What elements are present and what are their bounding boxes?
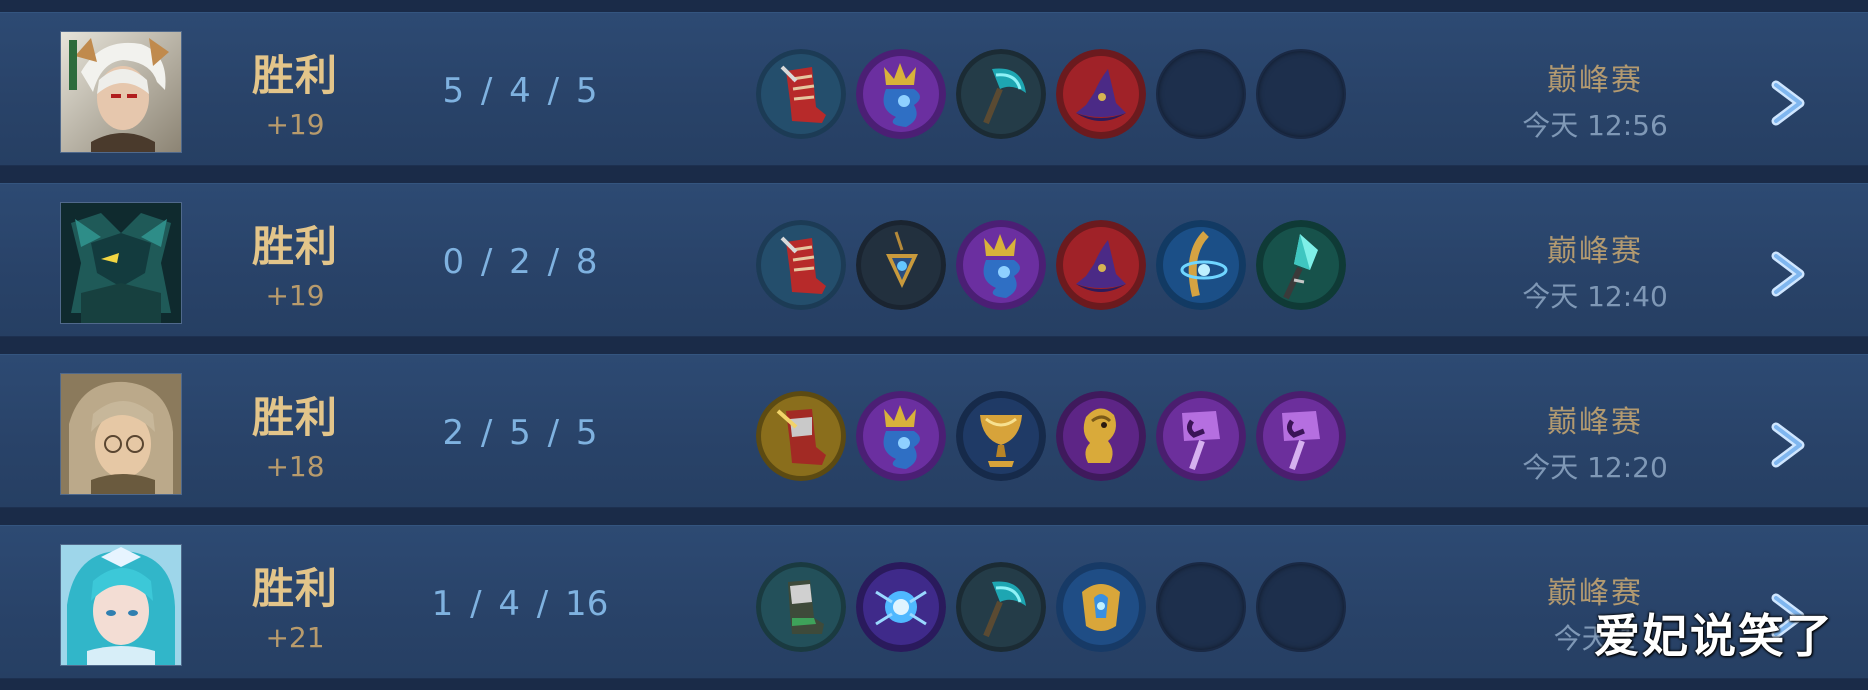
item-crystal-wand-icon <box>1256 220 1346 310</box>
match-time: 今天 12:40 <box>1522 280 1668 313</box>
item-gold-serpent-icon <box>1056 391 1146 481</box>
hero-portrait <box>60 373 182 495</box>
item-red-boots-icon <box>756 49 846 139</box>
match-result: 胜利 <box>251 393 338 442</box>
match-row[interactable]: 胜利 +19 5 / 4 / 5 巅峰赛 今天 12:56 <box>0 12 1868 166</box>
match-result: 胜利 <box>251 564 338 613</box>
item-purple-rune-scepter-icon <box>1156 391 1246 481</box>
game-mode: 巅峰赛 <box>1547 405 1643 440</box>
match-row[interactable]: 胜利 +21 1 / 4 / 16 巅峰赛 今天 1 <box>0 525 1868 679</box>
item-gold-boots-icon <box>756 391 846 481</box>
kda-stat: 1 / 4 / 16 <box>431 584 609 624</box>
rank-score-change: +19 <box>265 279 325 312</box>
match-row[interactable]: 胜利 +18 2 / 5 / 5 巅峰赛 今天 12:20 <box>0 354 1868 508</box>
hero-portrait <box>60 202 182 324</box>
item-red-wizard-hat-icon <box>1056 49 1146 139</box>
game-mode: 巅峰赛 <box>1547 63 1643 98</box>
item-gold-blue-relic-icon <box>1056 562 1146 652</box>
item-slot-empty <box>1256 562 1346 652</box>
item-red-boots-icon <box>756 220 846 310</box>
match-row[interactable]: 胜利 +19 0 / 2 / 8 巅峰赛 今天 12:40 <box>0 183 1868 337</box>
game-mode: 巅峰赛 <box>1547 234 1643 269</box>
item-blue-lightning-orb-icon <box>856 562 946 652</box>
chevron-right-icon[interactable] <box>1770 75 1820 131</box>
match-result: 胜利 <box>251 51 338 100</box>
item-gold-pendant-icon <box>856 220 946 310</box>
match-time: 今天 12:56 <box>1522 109 1668 142</box>
watermark-text: 爱妃说笑了 <box>1594 609 1834 663</box>
match-history-list: 胜利 +19 5 / 4 / 5 巅峰赛 今天 12:56 胜利 +19 0 /… <box>0 0 1868 690</box>
item-purple-dragon-orb-icon <box>856 391 946 481</box>
item-gold-chalice-icon <box>956 391 1046 481</box>
rank-score-change: +18 <box>265 450 325 483</box>
item-purple-dragon-orb-icon <box>956 220 1046 310</box>
rank-score-change: +19 <box>265 108 325 141</box>
item-slot-empty <box>1156 562 1246 652</box>
item-slot-empty <box>1156 49 1246 139</box>
kda-stat: 2 / 5 / 5 <box>442 413 598 453</box>
item-teal-axe-icon <box>956 49 1046 139</box>
match-time: 今天 12:20 <box>1522 451 1668 484</box>
kda-stat: 0 / 2 / 8 <box>442 242 598 282</box>
item-slot-empty <box>1256 49 1346 139</box>
item-green-boots-icon <box>756 562 846 652</box>
item-red-wizard-hat-icon <box>1056 220 1146 310</box>
kda-stat: 5 / 4 / 5 <box>442 71 598 111</box>
chevron-right-icon[interactable] <box>1770 246 1820 302</box>
item-purple-rune-scepter-icon <box>1256 391 1346 481</box>
item-purple-dragon-orb-icon <box>856 49 946 139</box>
hero-portrait <box>60 31 182 153</box>
match-result: 胜利 <box>251 222 338 271</box>
rank-score-change: +21 <box>265 621 325 654</box>
hero-portrait <box>60 544 182 666</box>
chevron-right-icon[interactable] <box>1770 417 1820 473</box>
item-blue-orb-staff-icon <box>1156 220 1246 310</box>
item-teal-axe-icon <box>956 562 1046 652</box>
